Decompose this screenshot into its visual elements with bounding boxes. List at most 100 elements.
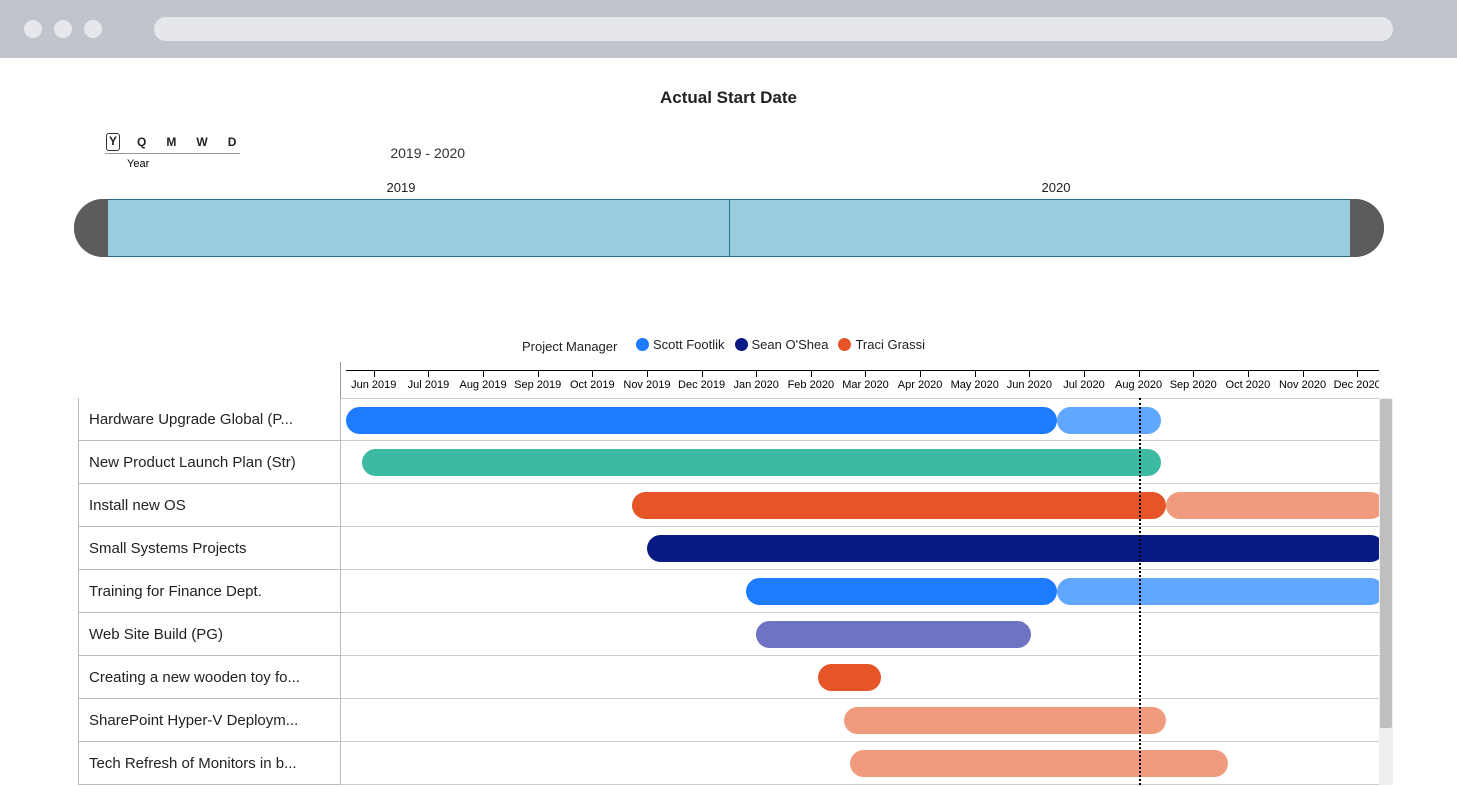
axis-tick: [865, 371, 866, 377]
zoom-option-q[interactable]: Q: [137, 135, 146, 149]
axis-tick-label: Feb 2020: [788, 379, 834, 391]
axis-tick: [1303, 371, 1304, 377]
axis-tick-label: Jul 2019: [408, 379, 450, 391]
axis-tick-label: Dec 2019: [678, 379, 725, 391]
axis-tick-label: Mar 2020: [842, 379, 888, 391]
legend-item[interactable]: Scott Footlik: [636, 337, 725, 352]
axis-tick: [1248, 371, 1249, 377]
axis-tick-label: Sep 2020: [1170, 379, 1217, 391]
legend-label: Traci Grassi: [855, 337, 925, 352]
axis-tick-label: Jun 2020: [1007, 379, 1052, 391]
axis-tick-label: May 2020: [951, 379, 999, 391]
axis-tick: [811, 371, 812, 377]
gantt-row: [341, 699, 1379, 742]
legend-swatch: [636, 338, 649, 351]
url-bar[interactable]: [154, 17, 1393, 41]
timeline-slider: 20192020: [74, 180, 1384, 257]
gantt-left-spacer: [78, 362, 341, 398]
gantt-bar[interactable]: [818, 664, 880, 691]
gantt-row-label[interactable]: New Product Launch Plan (Str): [78, 441, 341, 484]
gantt-row: [341, 742, 1379, 785]
zoom-options: YQMWD: [105, 133, 240, 154]
gantt-row-label[interactable]: Tech Refresh of Monitors in b...: [78, 742, 341, 785]
year-label: 2019: [74, 180, 729, 199]
axis-tick-label: Dec 2020: [1334, 379, 1379, 391]
axis-tick: [538, 371, 539, 377]
zoom-scale: Y Q M W D Year: [105, 133, 240, 170]
gantt-row: [341, 484, 1379, 527]
gantt-rows: [341, 398, 1379, 785]
gantt-chart: Hardware Upgrade Global (P...New Product…: [78, 362, 1379, 785]
axis-tick: [647, 371, 648, 377]
axis-tick-label: Aug 2020: [1115, 379, 1162, 391]
scrollbar-thumb[interactable]: [1380, 399, 1392, 728]
axis-tick: [1084, 371, 1085, 377]
slider-handle-right[interactable]: [1350, 199, 1384, 257]
gantt-row: [341, 613, 1379, 656]
scrollbar-vertical[interactable]: [1379, 398, 1393, 785]
axis-tick: [374, 371, 375, 377]
axis-tick-label: Jul 2020: [1063, 379, 1105, 391]
axis-tick-label: Apr 2020: [898, 379, 943, 391]
gantt-bar[interactable]: [1057, 407, 1161, 434]
zoom-option-w[interactable]: W: [196, 135, 207, 149]
zoom-controls: Y Q M W D Year 2019 - 2020: [105, 133, 1417, 170]
gantt-bar[interactable]: [1057, 578, 1379, 605]
slider-track[interactable]: [74, 199, 1384, 257]
axis-tick: [1029, 371, 1030, 377]
legend-label: Scott Footlik: [653, 337, 725, 352]
gantt-row-label[interactable]: Hardware Upgrade Global (P...: [78, 398, 341, 441]
axis-tick-label: Jun 2019: [351, 379, 396, 391]
gantt-row-label[interactable]: Training for Finance Dept.: [78, 570, 341, 613]
axis-tick: [483, 371, 484, 377]
gantt-bar[interactable]: [1166, 492, 1379, 519]
gantt-row: [341, 398, 1379, 441]
axis-ticks: Jun 2019Jul 2019Aug 2019Sep 2019Oct 2019…: [341, 362, 1379, 398]
gantt-bar[interactable]: [746, 578, 1057, 605]
slider-year-divider: [729, 199, 730, 257]
legend-item[interactable]: Sean O'Shea: [735, 337, 829, 352]
gantt-row-label[interactable]: Creating a new wooden toy fo...: [78, 656, 341, 699]
axis-tick: [1357, 371, 1358, 377]
year-label: 2020: [729, 180, 1384, 199]
slider-handle-left[interactable]: [74, 199, 108, 257]
axis-tick-label: Oct 2020: [1226, 379, 1271, 391]
gantt-bar[interactable]: [850, 750, 1229, 777]
gantt-bar[interactable]: [362, 449, 1161, 476]
zoom-option-d[interactable]: D: [228, 135, 237, 149]
gantt-bar[interactable]: [756, 621, 1031, 648]
axis-tick: [756, 371, 757, 377]
window-dot: [84, 20, 102, 38]
legend-title: Project Manager: [522, 339, 617, 354]
zoom-selected-label: Year: [127, 158, 149, 170]
gantt-bar[interactable]: [647, 535, 1379, 562]
gantt-row-label[interactable]: Install new OS: [78, 484, 341, 527]
axis-tick: [592, 371, 593, 377]
gantt-bar[interactable]: [844, 707, 1166, 734]
gantt-row-label[interactable]: SharePoint Hyper-V Deploym...: [78, 699, 341, 742]
gantt-row: [341, 570, 1379, 613]
zoom-option-m[interactable]: M: [166, 135, 176, 149]
legend-item[interactable]: Traci Grassi: [838, 337, 925, 352]
chart-title: Actual Start Date: [40, 88, 1417, 108]
zoom-range-text: 2019 - 2020: [390, 145, 465, 161]
axis-tick: [975, 371, 976, 377]
axis-tick: [920, 371, 921, 377]
gantt-bar[interactable]: [346, 407, 1057, 434]
gantt-row-label[interactable]: Small Systems Projects: [78, 527, 341, 570]
legend-swatch: [838, 338, 851, 351]
timeline-year-labels: 20192020: [74, 180, 1384, 199]
dashboard-panel: Actual Start Date Y Q M W D Year 2019 - 2020…: [0, 58, 1457, 785]
axis-tick: [702, 371, 703, 377]
gantt-row: [341, 656, 1379, 699]
legend-label: Sean O'Shea: [752, 337, 829, 352]
axis-tick-label: Jan 2020: [734, 379, 779, 391]
gantt-bar[interactable]: [632, 492, 1167, 519]
today-line: [1139, 398, 1141, 785]
zoom-option-y[interactable]: Y: [106, 133, 120, 151]
legend-swatch: [735, 338, 748, 351]
browser-chrome: [0, 0, 1457, 58]
axis-tick-label: Nov 2019: [623, 379, 670, 391]
axis-tick: [1193, 371, 1194, 377]
gantt-row-label[interactable]: Web Site Build (PG): [78, 613, 341, 656]
